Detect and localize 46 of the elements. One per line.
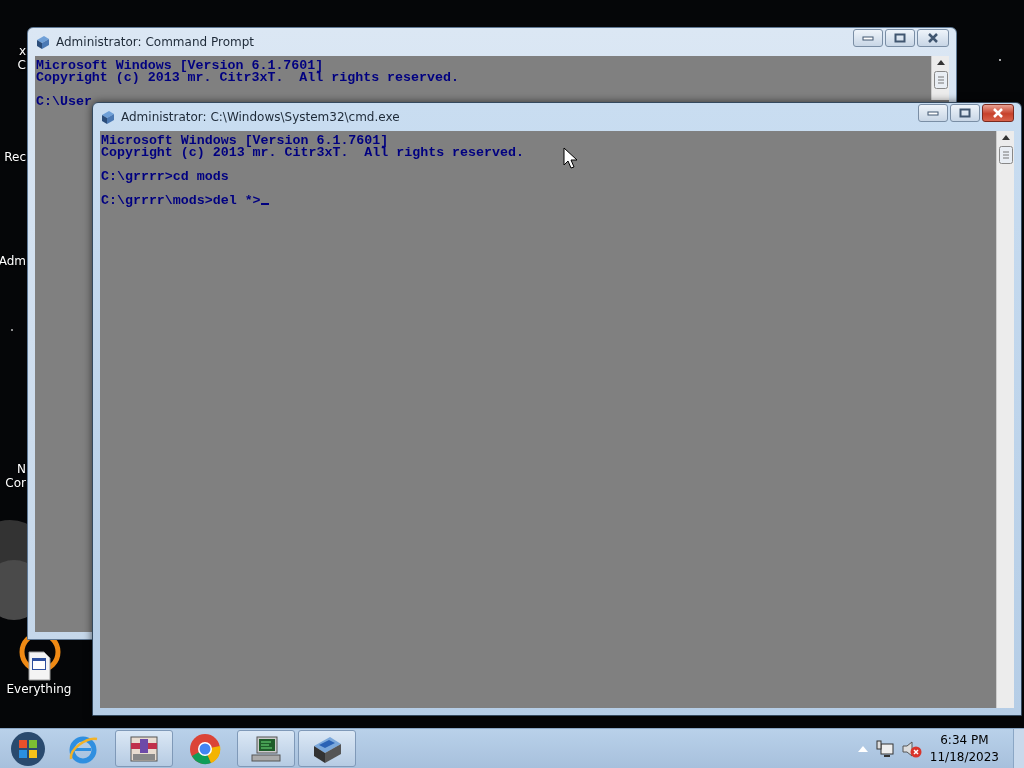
maximize-icon (959, 108, 971, 118)
taskbar-button[interactable] (298, 730, 356, 767)
scroll-thumb[interactable] (933, 71, 948, 89)
window-title: Administrator: C:\Windows\System32\cmd.exe (121, 110, 401, 124)
maximize-button[interactable] (950, 104, 980, 122)
minimize-icon (862, 35, 874, 41)
desktop-icon-label[interactable]: Cor (5, 476, 26, 490)
console-line: Microsoft Windows [Version 6.1.7601] (101, 135, 389, 147)
minimize-button[interactable] (853, 29, 883, 47)
console-line: C:\User (36, 96, 92, 108)
taskbar-button[interactable] (115, 730, 173, 767)
console-line: Copyright (c) 2013 mr. Citr3xT. All rights reserved. (36, 72, 459, 84)
scroll-thumb[interactable] (998, 146, 1013, 164)
archive-icon[interactable] (127, 733, 161, 764)
clock-date[interactable]: 11/18/2023 (929, 748, 999, 766)
scroll-up-icon[interactable] (936, 60, 945, 65)
console-icon (100, 109, 116, 125)
minimize-button[interactable] (918, 104, 948, 122)
console-line: C:\grrrr\mods>del *> (101, 195, 269, 207)
minimize-icon (927, 110, 939, 116)
maximize-icon (894, 33, 906, 43)
console-icon (35, 34, 51, 50)
console-line: Microsoft Windows [Version 6.1.7601] (36, 60, 324, 72)
window-title: Administrator: Command Prompt (56, 35, 255, 49)
desktop-icon-label[interactable]: C (17, 58, 26, 72)
desktop-icon-label[interactable]: x (18, 44, 26, 58)
close-button[interactable] (917, 29, 949, 47)
close-button[interactable] (982, 104, 1014, 122)
volume-icon[interactable] (901, 739, 922, 758)
console-line: C:\grrrr>cd mods (101, 171, 229, 183)
desktop-icon-label[interactable]: N (17, 462, 26, 476)
network-icon[interactable] (875, 739, 894, 758)
desktop-icon-label[interactable]: Everything (6, 682, 72, 696)
scroll-up-icon[interactable] (1001, 135, 1010, 140)
clock-time[interactable]: 6:34 PM (940, 731, 989, 749)
close-icon (992, 108, 1004, 118)
console-line: Copyright (c) 2013 mr. Citr3xT. All rights reserved. (101, 147, 524, 159)
monitor-icon[interactable] (249, 733, 283, 764)
mouse-pointer-icon (563, 147, 577, 169)
desktop-icon-label[interactable]: Rec (4, 150, 26, 164)
chrome-icon[interactable] (189, 732, 221, 765)
scrollbar[interactable] (996, 131, 1014, 708)
scrollbar[interactable] (931, 56, 949, 100)
close-icon (927, 33, 939, 43)
maximize-button[interactable] (885, 29, 915, 47)
taskbar-button[interactable] (237, 730, 295, 767)
